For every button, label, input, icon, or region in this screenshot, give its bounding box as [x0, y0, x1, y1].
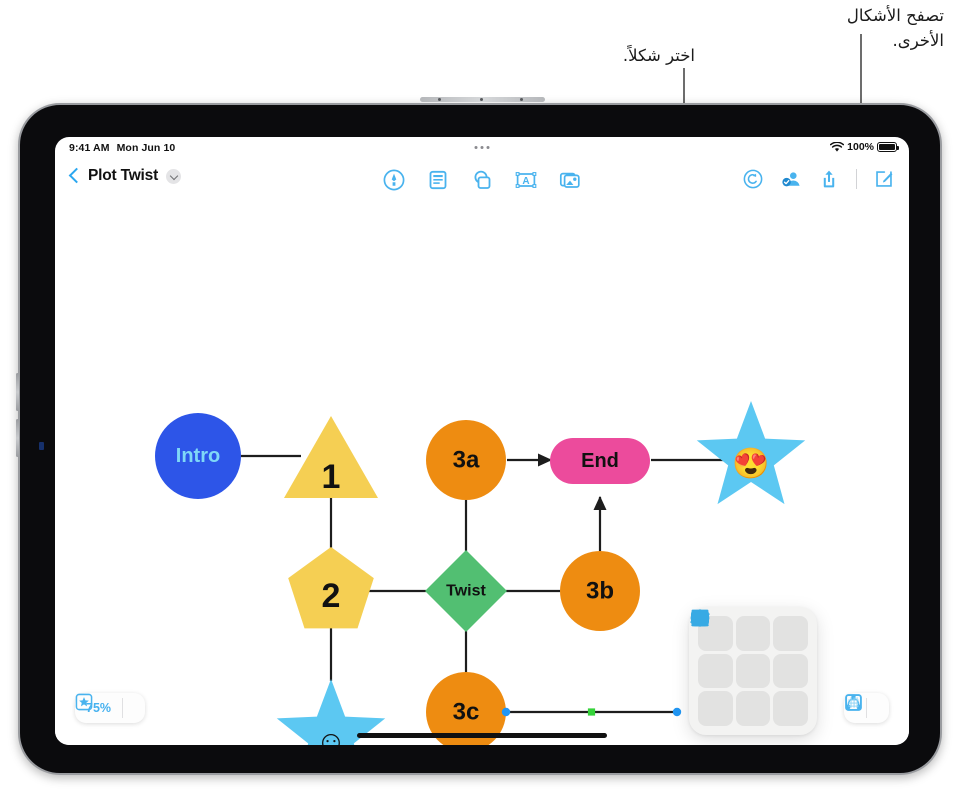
more-shapes[interactable] — [692, 616, 808, 726]
diagram-node-n3a[interactable]: 3a — [426, 420, 506, 500]
connector-endpoint-handle[interactable] — [501, 707, 511, 717]
square-shape[interactable] — [691, 609, 771, 689]
selected-connector-group[interactable] — [501, 707, 682, 717]
node-label: End — [581, 450, 619, 472]
pen-in-circle-icon[interactable] — [382, 168, 406, 192]
volume-up-button[interactable] — [16, 373, 19, 411]
diagram-node-n2[interactable]: 2 — [288, 547, 374, 629]
zoom-control-bar: 75% — [75, 693, 146, 723]
grid-square-icon — [845, 694, 862, 711]
circle-shape[interactable] — [691, 609, 771, 651]
capsule-shape[interactable] — [690, 613, 733, 726]
toolbar-right-group — [742, 168, 895, 190]
toolbar-center-group: A — [382, 168, 582, 192]
triangle-shape[interactable] — [691, 609, 808, 651]
share-up-arrow-icon[interactable] — [818, 168, 840, 190]
diagram-node-star1[interactable]: 😍 — [696, 401, 806, 505]
status-bar-left: 9:41 AM Mon Jun 10 — [69, 142, 182, 154]
person-badge-icon[interactable] — [780, 168, 802, 190]
node-label: 1 — [322, 458, 341, 496]
connector-midpoint-handle[interactable] — [587, 708, 596, 716]
node-label: Twist — [446, 583, 486, 600]
status-date: Mon Jun 10 — [116, 142, 176, 154]
diagram-node-twist[interactable]: Twist — [425, 550, 507, 632]
ellipsis-icon — [692, 616, 708, 620]
photos-stack-icon[interactable] — [558, 168, 582, 192]
node-label: 3b — [586, 578, 614, 605]
grid-view-button[interactable] — [845, 693, 889, 723]
shape-picker-popup[interactable] — [689, 607, 817, 735]
parallelogram-shape[interactable] — [690, 613, 771, 726]
front-sensor — [39, 442, 44, 450]
callout-choose-shape: اختر شكلاً. — [622, 46, 695, 65]
pentagon-shape[interactable] — [691, 609, 733, 689]
text-box-a-icon[interactable]: A — [514, 168, 538, 192]
app-toolbar: Plot Twist A — [55, 161, 909, 203]
status-bar-right: 100% — [830, 141, 899, 153]
document-text-icon[interactable] — [426, 168, 450, 192]
view-control-bar — [844, 693, 889, 723]
node-label: 😍 — [732, 447, 769, 481]
diagram-node-n3b[interactable]: 3b — [560, 551, 640, 631]
callout-browse-shapes: تصفح الأشكال الأخرى. — [846, 6, 944, 50]
home-indicator[interactable] — [357, 733, 607, 738]
svg-text:A: A — [522, 176, 529, 187]
shapes-icon[interactable] — [470, 168, 494, 192]
diagram-node-end[interactable]: End — [550, 438, 650, 484]
node-label: 3a — [453, 447, 480, 474]
node-label: ☺ — [316, 726, 347, 746]
toolbar-left-group: Plot Twist — [69, 167, 182, 185]
compose-pencil-icon[interactable] — [873, 168, 895, 190]
document-title[interactable]: Plot Twist — [88, 167, 158, 185]
diamond-shape[interactable] — [691, 609, 808, 689]
toolbar-divider — [856, 169, 857, 189]
back-button[interactable] — [69, 167, 80, 185]
wifi-icon — [830, 141, 845, 152]
battery-percent-label: 100% — [847, 141, 874, 153]
ipad-device-frame: 9:41 AM Mon Jun 10 100% Plot Twist A Int… — [16, 97, 942, 775]
node-label: Intro — [176, 445, 220, 467]
screenshot-root: تصفح الأشكال الأخرى. اختر شكلاً. 9:41 AM… — [0, 0, 960, 790]
ipad-screen: 9:41 AM Mon Jun 10 100% Plot Twist A Int… — [55, 137, 909, 745]
chevron-down-icon[interactable] — [166, 168, 182, 184]
node-label: 3c — [453, 699, 480, 726]
connector-endpoint-handle[interactable] — [672, 707, 682, 717]
star-in-square-icon — [75, 693, 93, 711]
multitasking-dots-icon[interactable] — [474, 146, 490, 149]
front-camera-housing — [420, 97, 545, 102]
favorites-button[interactable] — [75, 693, 145, 723]
volume-down-button[interactable] — [16, 419, 19, 457]
node-label: 2 — [322, 577, 341, 615]
diagram-canvas[interactable]: Intro 1 3a End 😍 2 Twist 3b ☺ 3c 75% — [55, 203, 909, 745]
battery-icon — [877, 142, 899, 152]
status-bar: 9:41 AM Mon Jun 10 100% — [55, 137, 909, 161]
diagram-node-intro[interactable]: Intro — [155, 413, 241, 499]
undo-arrow-icon[interactable] — [742, 168, 764, 190]
status-time: 9:41 AM — [69, 142, 110, 154]
